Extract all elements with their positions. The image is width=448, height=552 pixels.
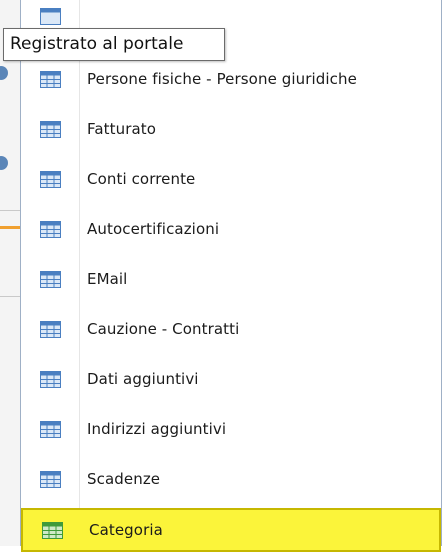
menu-item-label: Cauzione - Contratti [87, 320, 240, 338]
menu-item[interactable]: Persone fisiche - Persone giuridiche [21, 56, 441, 102]
table-icon [40, 371, 61, 388]
tooltip: Registrato al portale [3, 28, 225, 61]
menu-item-label: Autocertificazioni [87, 220, 220, 238]
menu-item[interactable]: Cauzione - Contratti [21, 306, 441, 352]
menu-item-label: Fatturato [87, 120, 157, 138]
menu-item-label: Dati aggiuntivi [87, 370, 199, 388]
table-icon [40, 171, 61, 188]
app-divider [0, 210, 20, 211]
table-icon [40, 471, 61, 488]
menu-item-label: Categoria [89, 521, 163, 539]
menu-item[interactable]: EMail [21, 256, 441, 302]
table-icon [42, 522, 63, 539]
menu-item[interactable]: Indirizzi aggiuntivi [21, 406, 441, 452]
menu-item[interactable]: Scadenze [21, 456, 441, 502]
menu-item-label: Conti corrente [87, 170, 196, 188]
menu-item[interactable]: Categoria [21, 508, 441, 552]
menu-item-label: EMail [87, 270, 128, 288]
menu-item[interactable]: Dati aggiuntivi [21, 356, 441, 402]
table-icon [40, 8, 61, 25]
menu-item-label: Persone fisiche - Persone giuridiche [87, 70, 357, 88]
background-app-strip [0, 0, 20, 546]
table-icon [40, 421, 61, 438]
context-menu: Persone fisiche - Persone giuridiche Fatt… [20, 0, 442, 552]
table-icon [40, 71, 61, 88]
menu-item-label: Scadenze [87, 470, 161, 488]
menu-item[interactable]: Autocertificazioni [21, 206, 441, 252]
menu-item[interactable]: Fatturato [21, 106, 441, 152]
table-icon [40, 121, 61, 138]
app-divider [0, 296, 20, 297]
table-icon [40, 321, 61, 338]
menu-item-label: Indirizzi aggiuntivi [87, 420, 227, 438]
app-circle-icon [0, 156, 8, 170]
table-icon [40, 221, 61, 238]
app-circle-icon [0, 66, 8, 80]
menu-item[interactable]: Conti corrente [21, 156, 441, 202]
table-icon [40, 271, 61, 288]
app-accent-bar [0, 226, 20, 229]
